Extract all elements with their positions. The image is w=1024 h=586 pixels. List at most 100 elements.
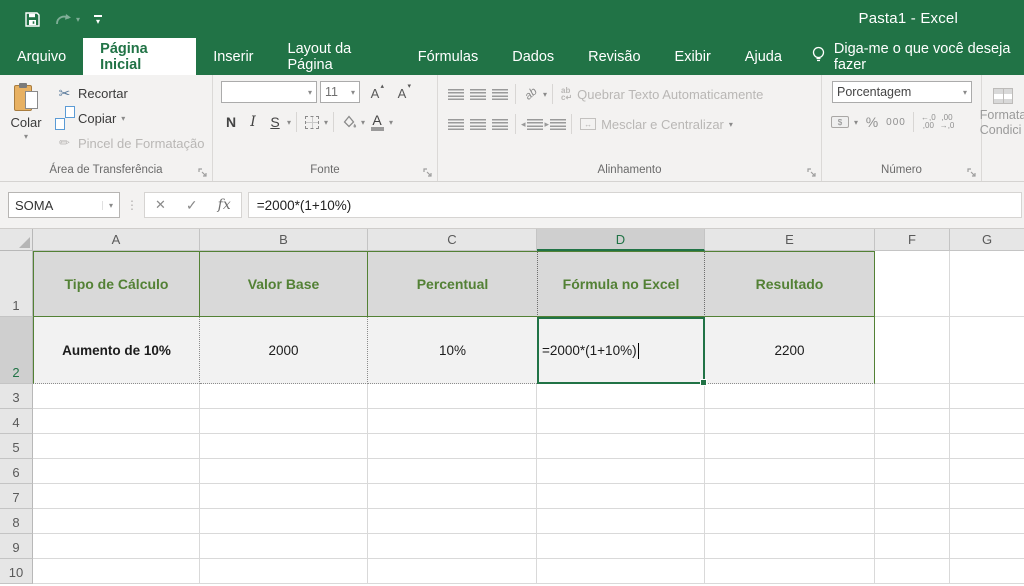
fill-handle[interactable] [700, 379, 707, 386]
tab-pagina-inicial[interactable]: Página Inicial [83, 38, 196, 75]
conditional-formatting-button[interactable]: Formata Condici [982, 80, 1024, 138]
cell-a4[interactable] [33, 409, 200, 434]
cell-g4[interactable] [950, 409, 1024, 434]
borders-caret-icon[interactable]: ▾ [324, 118, 328, 127]
cell-d5[interactable] [537, 434, 705, 459]
redo-caret-icon[interactable]: ▾ [76, 15, 80, 24]
formula-input[interactable]: =2000*(1+10%) [248, 192, 1022, 218]
cell-b5[interactable] [200, 434, 368, 459]
cell-a6[interactable] [33, 459, 200, 484]
cell-g1[interactable] [950, 251, 1024, 317]
column-header-a[interactable]: A [33, 229, 200, 251]
cell-b6[interactable] [200, 459, 368, 484]
cell-a1[interactable]: Tipo de Cálculo [33, 251, 200, 317]
increase-decimal-button[interactable]: ←,0 ,00 [921, 114, 936, 130]
cell-c6[interactable] [368, 459, 537, 484]
cell-d3[interactable] [537, 384, 705, 409]
cell-c2[interactable]: 10% [368, 317, 537, 384]
cell-f1[interactable] [875, 251, 950, 317]
cell-e10[interactable] [705, 559, 875, 584]
cell-a3[interactable] [33, 384, 200, 409]
cell-g8[interactable] [950, 509, 1024, 534]
cell-b3[interactable] [200, 384, 368, 409]
cell-e3[interactable] [705, 384, 875, 409]
cell-g5[interactable] [950, 434, 1024, 459]
cell-b4[interactable] [200, 409, 368, 434]
cell-c9[interactable] [368, 534, 537, 559]
align-top-button[interactable] [446, 83, 466, 105]
orientation-button[interactable]: ab [521, 83, 541, 105]
name-box[interactable]: SOMA ▾ [8, 192, 120, 218]
cell-a7[interactable] [33, 484, 200, 509]
cell-a8[interactable] [33, 509, 200, 534]
select-all-button[interactable] [0, 229, 33, 251]
row-header-9[interactable]: 9 [0, 534, 33, 559]
shrink-font-button[interactable]: A▾ [390, 81, 414, 103]
percent-style-button[interactable]: % [862, 111, 882, 133]
comma-style-button[interactable]: 000 [886, 111, 906, 133]
font-dialog-launcher-icon[interactable] [423, 167, 433, 177]
enter-button[interactable]: ✓ [186, 197, 198, 214]
cell-d1[interactable]: Fórmula no Excel [537, 251, 705, 317]
tab-layout-da-pagina[interactable]: Layout da Página [271, 38, 401, 75]
cell-c4[interactable] [368, 409, 537, 434]
cell-b1[interactable]: Valor Base [200, 251, 368, 317]
redo-button[interactable]: ▾ [55, 12, 80, 26]
paste-button[interactable]: Colar ▾ [0, 80, 52, 162]
column-header-b[interactable]: B [200, 229, 368, 251]
cut-button[interactable]: ✂ Recortar [52, 82, 208, 104]
cell-c3[interactable] [368, 384, 537, 409]
underline-button[interactable]: S [265, 111, 285, 133]
align-center-button[interactable] [468, 113, 488, 135]
cell-g2[interactable] [950, 317, 1024, 384]
copy-button[interactable]: Copiar ▾ [52, 107, 208, 129]
font-size-combo[interactable]: 11 ▾ [320, 81, 360, 103]
column-header-f[interactable]: F [875, 229, 950, 251]
cell-f10[interactable] [875, 559, 950, 584]
cell-b8[interactable] [200, 509, 368, 534]
align-middle-button[interactable] [468, 83, 488, 105]
tab-arquivo[interactable]: Arquivo [0, 38, 83, 75]
number-format-combo[interactable]: Porcentagem ▾ [832, 81, 972, 103]
font-color-button[interactable]: A [367, 111, 387, 133]
column-header-e[interactable]: E [705, 229, 875, 251]
cell-g3[interactable] [950, 384, 1024, 409]
cell-b2[interactable]: 2000 [200, 317, 368, 384]
format-painter-button[interactable]: ✏ Pincel de Formatação [52, 132, 208, 154]
cell-b10[interactable] [200, 559, 368, 584]
cell-a2[interactable]: Aumento de 10% [33, 317, 200, 384]
orientation-caret-icon[interactable]: ▾ [543, 90, 547, 99]
tab-revisao[interactable]: Revisão [571, 38, 657, 75]
cell-d9[interactable] [537, 534, 705, 559]
cell-g9[interactable] [950, 534, 1024, 559]
cell-a9[interactable] [33, 534, 200, 559]
align-bottom-button[interactable] [490, 83, 510, 105]
cell-d8[interactable] [537, 509, 705, 534]
cell-e7[interactable] [705, 484, 875, 509]
tab-exibir[interactable]: Exibir [658, 38, 728, 75]
row-header-6[interactable]: 6 [0, 459, 33, 484]
cell-e9[interactable] [705, 534, 875, 559]
accounting-format-button[interactable]: $ [830, 111, 850, 133]
borders-button[interactable] [302, 111, 322, 133]
cell-d7[interactable] [537, 484, 705, 509]
cell-f9[interactable] [875, 534, 950, 559]
alignment-dialog-launcher-icon[interactable] [807, 167, 817, 177]
save-icon[interactable] [24, 11, 41, 28]
cell-d10[interactable] [537, 559, 705, 584]
formula-bar-resize-handle[interactable]: ⋮ [126, 198, 138, 212]
cell-d6[interactable] [537, 459, 705, 484]
clipboard-dialog-launcher-icon[interactable] [198, 167, 208, 177]
bold-button[interactable]: N [221, 111, 241, 133]
italic-button[interactable]: I [243, 111, 263, 133]
cell-e1[interactable]: Resultado [705, 251, 875, 317]
row-header-7[interactable]: 7 [0, 484, 33, 509]
cell-e8[interactable] [705, 509, 875, 534]
cell-e4[interactable] [705, 409, 875, 434]
row-header-1[interactable]: 1 [0, 251, 33, 317]
insert-function-button[interactable]: fx [218, 197, 231, 213]
cell-f7[interactable] [875, 484, 950, 509]
cell-e6[interactable] [705, 459, 875, 484]
cell-f5[interactable] [875, 434, 950, 459]
cell-a10[interactable] [33, 559, 200, 584]
